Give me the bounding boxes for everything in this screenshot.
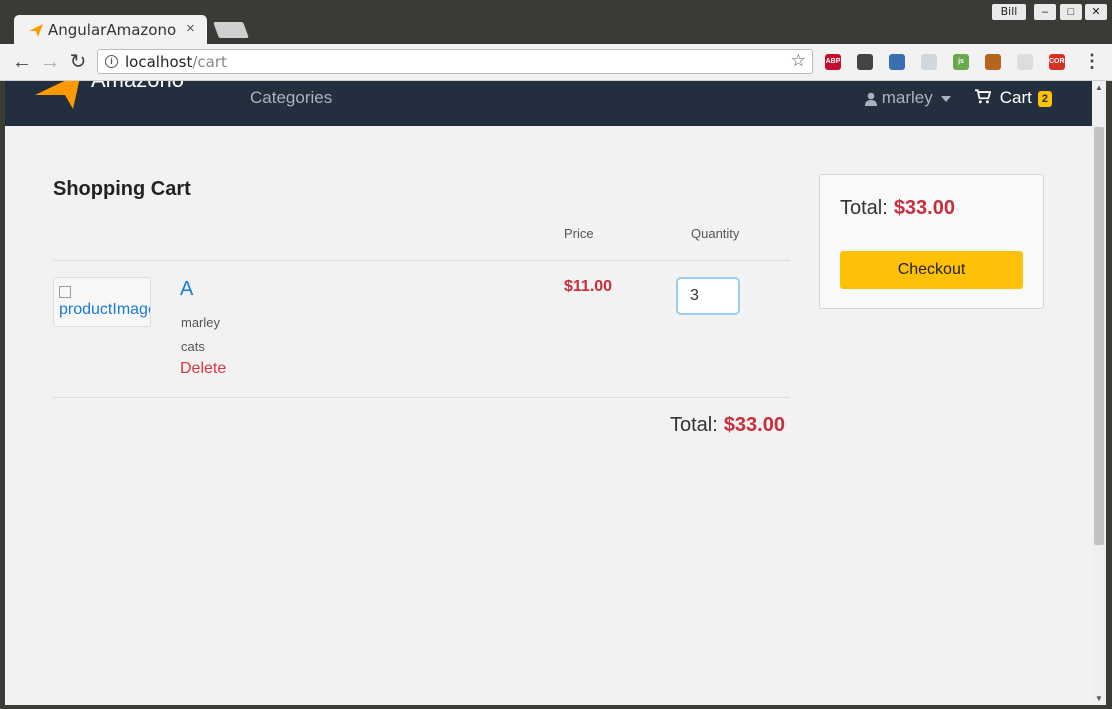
react-devtools-icon[interactable] [921,54,937,70]
cart-label: Cart [999,88,1032,107]
user-name: marley [881,88,933,107]
amazono-favicon-icon [29,24,43,37]
order-summary-card: Total: $33.00 Checkout [819,174,1044,309]
chrome-menu-icon[interactable]: ⋮ [1083,51,1101,72]
header-divider [53,260,790,261]
profile-button[interactable]: Bill [992,4,1026,20]
tab-close-icon[interactable]: × [186,20,195,37]
browser-toolbar: ← → ↻ i localhost/cart ☆ ABP js CORS ⋮ [0,44,1112,81]
reload-icon[interactable]: ↻ [66,50,90,74]
product-name-link[interactable]: A [180,278,193,301]
product-image[interactable]: productImage [53,277,151,327]
broken-image-icon [59,286,71,298]
window-bottom-border [0,705,1112,709]
summary-total: Total: $33.00 [840,197,955,220]
item-divider [53,397,790,398]
info-icon[interactable]: i [105,55,118,68]
delete-item-button[interactable]: Delete [180,360,226,378]
cart-count-badge: 2 [1037,90,1052,107]
vertical-scrollbar[interactable]: ▲ ▼ [1092,81,1106,705]
tab-title: AngularAmazono [48,21,177,39]
site-navbar: Amazono Categories marley Cart 2 [5,81,1092,126]
summary-total-label: Total: [840,197,888,219]
url-host: localhost [125,53,193,71]
cart-total-amount: $33.00 [723,414,785,436]
monkey-icon[interactable] [985,54,1001,70]
window-close-icon[interactable]: ✕ [1085,4,1107,20]
price-column-header: Price [564,226,594,241]
address-bar[interactable]: i localhost/cart ☆ [97,49,813,74]
user-dropdown[interactable]: marley [865,88,951,108]
summary-total-amount: $33.00 [893,197,955,219]
nav-cart-link[interactable]: Cart 2 [975,88,1052,108]
brand-name[interactable]: Amazono [91,81,184,93]
caret-down-icon [940,95,951,102]
back-arrow-icon[interactable]: ← [10,50,34,74]
js-icon[interactable]: js [953,54,969,70]
product-image-alt: productImage [59,283,151,319]
maximize-icon[interactable]: □ [1060,4,1082,20]
sync-icon[interactable] [857,54,873,70]
amazono-logo-icon[interactable] [35,81,85,109]
quantity-input[interactable] [676,277,740,315]
product-category: cats [181,339,205,354]
url-path: /cart [192,53,227,71]
url-text[interactable]: localhost/cart [125,53,227,71]
cart-total: Total: $33.00 [670,414,785,437]
new-tab-button[interactable] [213,22,249,38]
cart-total-label: Total: [670,414,718,436]
forward-arrow-icon[interactable]: → [38,50,62,74]
window-titlebar: AngularAmazono × Bill – □ ✕ [0,0,1112,44]
circle-ext-icon[interactable] [1017,54,1033,70]
nav-categories-link[interactable]: Categories [250,88,332,108]
browser-tab[interactable]: AngularAmazono × [14,15,207,44]
bookmark-star-icon[interactable]: ☆ [791,51,806,71]
scroll-down-icon[interactable]: ▼ [1095,694,1103,703]
color-picker-icon[interactable] [889,54,905,70]
minimize-icon[interactable]: – [1034,4,1056,20]
scrollbar-thumb[interactable] [1094,127,1104,545]
cors-icon[interactable]: CORS [1049,54,1069,70]
quantity-column-header: Quantity [691,226,740,241]
product-price: $11.00 [564,278,613,295]
cart-icon [975,89,992,104]
scroll-up-icon[interactable]: ▲ [1095,83,1103,92]
page-title: Shopping Cart [53,178,191,200]
checkout-button[interactable]: Checkout [840,251,1023,289]
adblock-plus-icon[interactable]: ABP [825,54,841,70]
product-seller: marley [181,315,221,330]
user-icon [865,92,877,106]
product-image-alt-text: productImage [59,301,151,318]
page-viewport: Amazono Categories marley Cart 2 Shopping… [5,81,1092,705]
